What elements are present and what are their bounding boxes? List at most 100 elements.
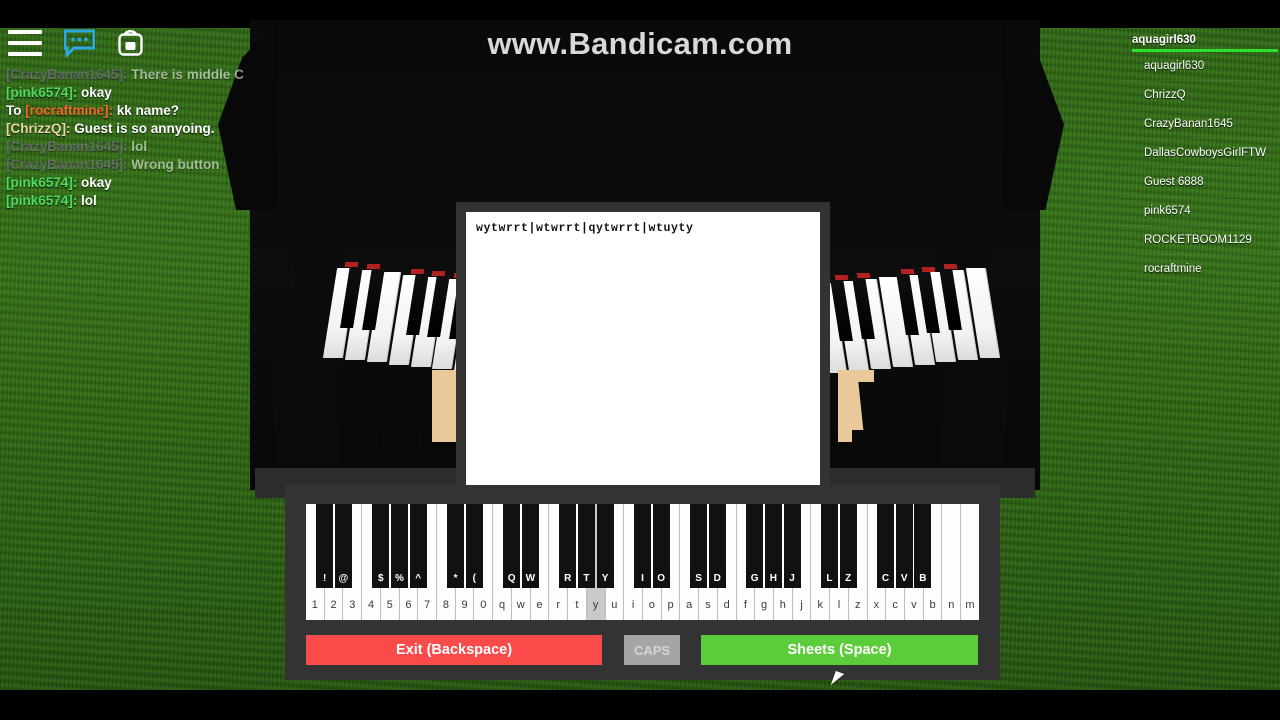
piano-white-key-label: 5	[386, 599, 393, 611]
piano-white-key-label: 1	[311, 599, 318, 611]
piano-white-key-label: o	[648, 599, 655, 611]
piano-black-key-label: *	[453, 573, 458, 584]
piano-white-key-label: j	[800, 599, 803, 611]
piano-black-key[interactable]: W	[521, 504, 539, 588]
piano-white-key-label: 8	[442, 599, 449, 611]
player-list-header: aquagirl630	[1132, 34, 1196, 46]
chat-author: [CrazyBanan1645]:	[6, 157, 128, 172]
chat-message: lol	[77, 193, 97, 208]
chat-message: lol	[127, 139, 148, 154]
piano-black-key[interactable]: D	[708, 504, 726, 588]
chat-message: Wrong button	[127, 157, 220, 172]
piano-black-key[interactable]: (	[465, 504, 483, 588]
piano-black-key-label: H	[769, 573, 777, 584]
piano-black-key[interactable]: Z	[839, 504, 857, 588]
piano-white-key-label: k	[817, 599, 824, 611]
player-list: aquagirl630 aquagirl630 ChrizzQ CrazyBanan…	[1120, 32, 1280, 284]
piano-black-key[interactable]: O	[652, 504, 670, 588]
piano-black-key[interactable]: $	[372, 504, 390, 588]
piano-white-key-label: 3	[349, 599, 356, 611]
player-list-item[interactable]: DallasCowboysGirlFTW	[1120, 139, 1280, 168]
piano-black-key[interactable]: Y	[596, 504, 614, 588]
piano-black-key-label: ^	[415, 573, 422, 584]
piano-black-key[interactable]: ^	[409, 504, 427, 588]
piano-black-key[interactable]: Q	[503, 504, 521, 588]
piano-black-key-label: Y	[601, 573, 609, 584]
piano-black-key[interactable]: T	[577, 504, 595, 588]
piano-black-key-label: T	[583, 573, 590, 584]
piano-black-key[interactable]: R	[559, 504, 577, 588]
piano-white-key-label: l	[837, 599, 841, 611]
piano-white-key-label: i	[631, 599, 635, 611]
piano-black-key-label: S	[695, 573, 702, 584]
piano-3d-key-felt	[344, 262, 359, 267]
piano-white-key-label: p	[667, 599, 674, 611]
piano-white-key-label: f	[743, 599, 747, 611]
piano-black-key-label: (	[472, 573, 476, 584]
piano-black-key-label: O	[657, 573, 666, 584]
piano-gui-panel: 1234567890qwe r t yu i opasd f gh j k l zxc vbnm ! @ $…	[285, 485, 1000, 680]
chat-line: [CrazyBanan1645]: There is middle C	[6, 66, 306, 84]
chat-line: [pink6574]: okay	[6, 84, 306, 102]
chat-message: kk name?	[113, 103, 180, 118]
player-list-item[interactable]: aquagirl630	[1120, 52, 1280, 81]
piano-black-key[interactable]: J	[783, 504, 801, 588]
piano-black-key[interactable]: L	[820, 504, 838, 588]
piano-black-key[interactable]: C	[877, 504, 895, 588]
piano-white-key-label: c	[892, 599, 898, 611]
player-list-item[interactable]: ROCKETBOOM1129	[1120, 226, 1280, 255]
player-list-item[interactable]: rocraftmine	[1120, 255, 1280, 284]
piano-white-key-label: s	[705, 599, 711, 611]
piano-foot-left	[382, 430, 422, 452]
piano-white-key-label: w	[516, 599, 525, 611]
chat-message: okay	[77, 85, 112, 100]
piano-white-key-label: a	[686, 599, 693, 611]
piano-black-key[interactable]: G	[746, 504, 764, 588]
piano-white-key-label: h	[779, 599, 786, 611]
piano-black-key[interactable]: %	[390, 504, 408, 588]
chat-line: [CrazyBanan1645]: Wrong button	[6, 156, 306, 174]
piano-black-key-label: @	[338, 573, 349, 584]
piano-black-key[interactable]: H	[764, 504, 782, 588]
piano-black-key[interactable]: S	[690, 504, 708, 588]
chat-author: [rocraftmine]:	[25, 103, 114, 118]
piano-black-key[interactable]: !	[316, 504, 334, 588]
chat-line: To [rocraftmine]: kk name?	[6, 102, 306, 120]
chat-message: okay	[77, 175, 112, 190]
chat-author: [CrazyBanan1645]:	[6, 67, 128, 82]
player-list-item[interactable]: pink6574	[1120, 197, 1280, 226]
piano-black-key-label: V	[900, 573, 908, 584]
piano-black-key[interactable]: *	[447, 504, 465, 588]
piano-black-key-label: I	[641, 573, 644, 584]
player-list-item[interactable]: ChrizzQ	[1120, 81, 1280, 110]
piano-black-key[interactable]: @	[334, 504, 352, 588]
piano-white-key[interactable]: n	[942, 504, 962, 620]
piano-white-key-label: r	[556, 599, 561, 611]
piano-black-key[interactable]: B	[914, 504, 932, 588]
caps-button[interactable]: CAPS	[624, 635, 680, 665]
player-list-item[interactable]: CrazyBanan1645	[1120, 110, 1280, 139]
sheets-button[interactable]: Sheets (Space)	[701, 635, 978, 665]
piano-white-key-label: 6	[405, 599, 412, 611]
piano-black-key-label: Q	[507, 573, 516, 584]
piano-white-key-label: z	[854, 599, 861, 611]
piano-black-key[interactable]: V	[895, 504, 913, 588]
chat-line: [pink6574]: okay	[6, 174, 306, 192]
piano-black-key[interactable]: I	[634, 504, 651, 588]
piano-3d-key-felt	[410, 268, 425, 274]
piano-keybed: 1234567890qwe r t yu i opasd f gh j k l zxc vbnm ! @ $…	[306, 504, 979, 620]
piano-black-key-label: C	[881, 573, 890, 584]
piano-gui-buttons: Exit (Backspace) CAPS Sheets (Space)	[306, 635, 979, 665]
chat-author: [CrazyBanan1645]:	[6, 139, 128, 154]
exit-button[interactable]: Exit (Backspace)	[306, 635, 602, 665]
bottom-letterbox	[0, 690, 1280, 720]
piano-white-key-label: b	[929, 599, 936, 611]
piano-black-key-label: G	[750, 573, 759, 584]
player-list-item[interactable]: Guest 6888	[1120, 168, 1280, 197]
piano-3d-key-felt	[943, 264, 958, 270]
piano-white-key[interactable]: m	[961, 504, 979, 620]
piano-black-key-label: Z	[845, 573, 852, 584]
chat-line: [CrazyBanan1645]: lol	[6, 138, 306, 156]
piano-white-key-label: t	[575, 599, 579, 611]
piano-white-key-label: u	[611, 599, 618, 611]
